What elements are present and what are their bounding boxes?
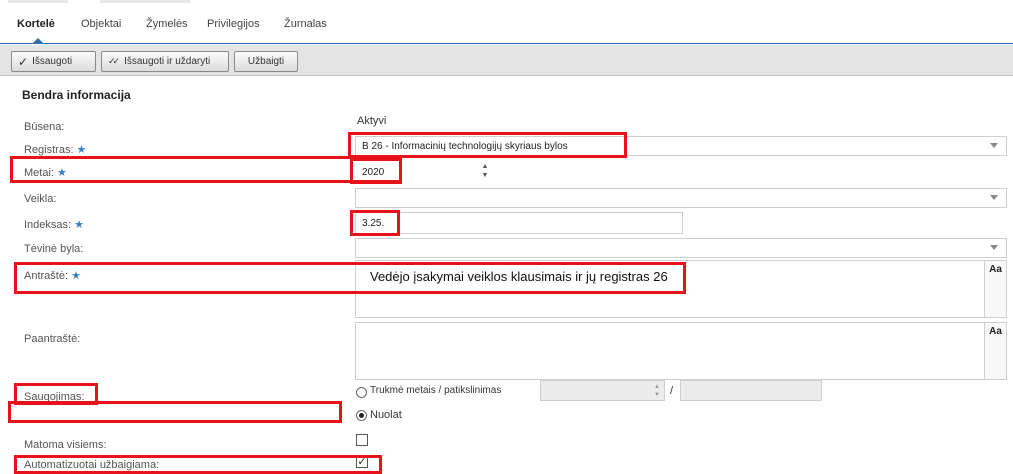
check-icon: ✓ — [18, 54, 29, 69]
status-value: Aktyvi — [357, 115, 387, 127]
registry-label-text: Registras: — [24, 144, 74, 156]
required-icon: ★ — [74, 219, 84, 231]
visible-all-checkbox[interactable] — [356, 434, 368, 446]
save-button[interactable]: ✓ Išsaugoti — [11, 51, 96, 72]
tab-privilegijos[interactable]: Privilegijos — [207, 18, 260, 30]
finish-button-label: Užbaigti — [247, 56, 285, 67]
highlight-registry — [348, 132, 627, 158]
active-tab-indicator — [32, 38, 44, 44]
save-and-close-button-label: Išsaugoti ir uždaryti — [124, 56, 211, 67]
index-label-text: Indeksas: — [24, 219, 72, 231]
subtitle-textarea[interactable]: Aa — [355, 322, 1007, 380]
required-icon: ★ — [76, 144, 87, 156]
finish-button[interactable]: Užbaigti — [234, 51, 298, 72]
activity-label: Veikla: — [24, 193, 57, 205]
double-check-icon: ✓✓ — [108, 56, 120, 66]
index-label: Indeksas: ★ — [24, 218, 84, 231]
toolbar: ✓ Išsaugoti ✓✓ Išsaugoti ir uždaryti Užb… — [0, 45, 1013, 76]
activity-select[interactable] — [355, 188, 1007, 208]
highlight-year-value — [350, 158, 402, 184]
retention-years-input[interactable]: ▲ ▼ — [540, 380, 665, 401]
tab-bar: Kortelė Objektai Žymelės Privilegijos Žu… — [0, 0, 1013, 44]
retention-term-label: Trukmė metais / patikslinimas — [370, 385, 502, 396]
chevron-down-icon — [990, 245, 998, 250]
retention-separator: / — [670, 385, 674, 397]
visible-all-label: Matoma visiems: — [24, 439, 107, 451]
stepper-down-icon[interactable]: ▼ — [654, 391, 660, 399]
registry-label: Registras: ★ — [24, 143, 86, 156]
highlight-retention-row — [8, 401, 342, 423]
highlight-title-label — [14, 262, 686, 294]
highlight-year-label — [10, 156, 402, 183]
chevron-down-icon — [990, 195, 998, 200]
highlight-index — [350, 210, 400, 236]
save-button-label: Išsaugoti — [32, 56, 73, 67]
stepper-down-icon[interactable]: ▼ — [478, 171, 492, 180]
stepper-up-icon[interactable]: ▲ — [654, 383, 660, 391]
parent-file-label: Tėvinė byla: — [24, 243, 84, 255]
rich-text-toggle-icon[interactable]: Aa — [984, 323, 1006, 379]
retention-clarification-input[interactable] — [680, 380, 822, 401]
stepper-up-icon[interactable]: ▲ — [478, 162, 492, 171]
tab-objektai[interactable]: Objektai — [81, 18, 121, 30]
section-title: Bendra informacija — [22, 88, 131, 102]
chevron-down-icon — [990, 143, 998, 148]
highlight-auto-complete — [14, 455, 382, 474]
status-label: Būsena: — [24, 121, 65, 133]
save-and-close-button[interactable]: ✓✓ Išsaugoti ir uždaryti — [101, 51, 229, 72]
retention-permanent-label: Nuolat — [370, 409, 402, 421]
year-stepper[interactable]: ▲ ▼ — [478, 162, 492, 182]
tab-kortele[interactable]: Kortelė — [17, 18, 55, 30]
retention-term-radio[interactable] — [356, 387, 367, 398]
parent-file-select[interactable] — [355, 238, 1007, 258]
tab-zymeles[interactable]: Žymelės — [146, 18, 188, 30]
rich-text-toggle-icon[interactable]: Aa — [984, 261, 1006, 317]
index-input[interactable]: 3.25. — [355, 212, 683, 234]
tab-zurnalas[interactable]: Žurnalas — [284, 18, 327, 30]
retention-permanent-radio[interactable] — [356, 410, 367, 421]
retention-years-stepper[interactable]: ▲ ▼ — [654, 383, 660, 399]
subtitle-label: Paantraštė: — [24, 333, 81, 345]
